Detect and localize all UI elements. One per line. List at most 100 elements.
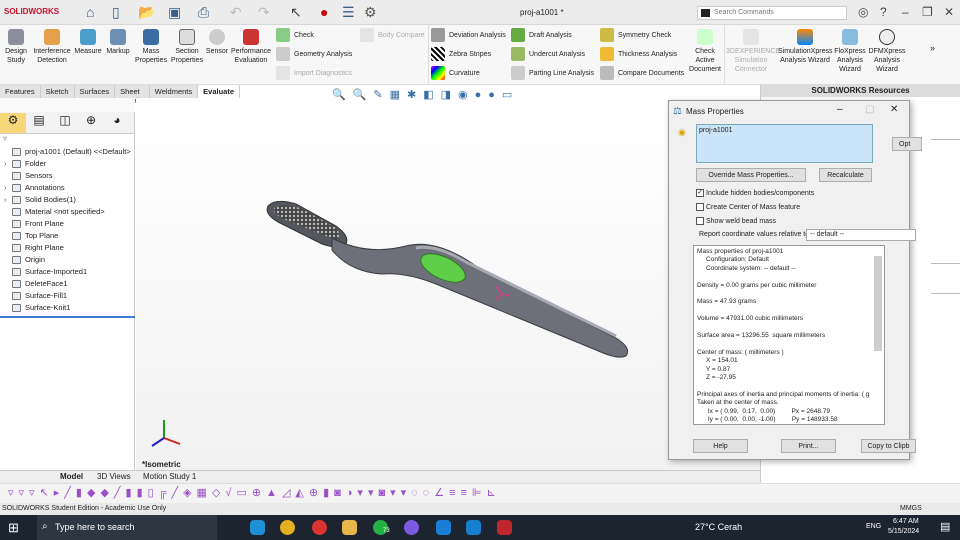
symmetry-check-button[interactable]: Symmetry Check [600,28,684,42]
override-mass-properties-button[interactable]: Override Mass Properties... [696,168,806,182]
tab-model[interactable]: Model [60,472,83,481]
close-icon[interactable]: ✕ [944,5,954,19]
tree-item[interactable]: Surface-Knit1 [0,302,134,314]
selection-filter-icons[interactable]: ▿▿▿↖▸╱▮◆◆╱▮▮▯╔╱◈▦◇√▭⊕▲◿◭⊕▮◙◑▾▾◙▾▾◌◌∠≡≡⊫⊾ [0,484,830,501]
thickness-analysis-button[interactable]: Thickness Analysis [600,47,684,61]
tab-weldments[interactable]: Weldments [150,85,199,98]
chrome-icon[interactable] [280,520,295,535]
tree-item[interactable]: proj-a1001 (Default) <<Default> [0,146,134,158]
tree-item[interactable]: Material <not specified> [0,206,134,218]
app-icon[interactable] [436,520,451,535]
curvature-button[interactable]: Curvature [431,66,506,80]
show-weld-bead-checkbox[interactable]: Show weld bead mass [696,217,776,225]
windows-start-icon[interactable]: ⊞ [8,520,19,536]
display-manager-tab-icon[interactable]: ◕ [104,113,130,133]
restore-icon[interactable]: ❐ [922,5,933,19]
options-gear-icon[interactable]: ⚙ [364,4,377,21]
file-explorer-icon[interactable] [342,520,357,535]
maximize-icon[interactable]: ▢ [865,104,874,115]
redo-icon[interactable]: ↷ [258,4,270,21]
graphics-viewport[interactable]: 🔍🔍✎▦✱◧◨◉●●▭ *Isometric [136,89,760,470]
feature-manager-tab-icon[interactable]: ⚙ [0,113,26,133]
section-properties-button[interactable]: Section Properties [170,29,204,65]
solidworks-taskbar-icon[interactable] [497,520,512,535]
tree-item[interactable]: Origin [0,254,134,266]
zebra-stripes-button[interactable]: Zebra Stripes [431,47,506,61]
3dexperience-connector-button[interactable]: 3DEXPERIENCE Simulation Connector [726,29,780,74]
tab-features[interactable]: Features [0,85,41,98]
print-icon[interactable]: ⎙ [198,4,209,21]
weather-text[interactable]: 27°C Cerah [695,522,742,532]
tree-item[interactable]: Front Plane [0,218,134,230]
open-icon[interactable]: 📂 [138,4,155,21]
geometry-analysis-button[interactable]: Geometry Analysis [276,47,352,61]
import-diagnostics-button[interactable]: Import Diagnostics [276,66,352,80]
performance-evaluation-button[interactable]: Performance Evaluation [231,29,271,65]
options-button[interactable]: Opt [892,137,922,151]
print-button[interactable]: Print... [781,439,836,453]
tree-item[interactable]: Surface-Imported1 [0,266,134,278]
sensor-button[interactable]: Sensor [205,29,229,56]
tab-surfaces[interactable]: Surfaces [75,85,116,98]
selection-list[interactable]: proj-a1001 [696,124,873,163]
design-study-button[interactable]: Design Study [3,29,29,65]
messenger-icon[interactable] [404,520,419,535]
tree-item[interactable]: › Solid Bodies(1) [0,194,134,206]
minimize-icon[interactable]: – [837,104,843,115]
parting-line-analysis-button[interactable]: Parting Line Analysis [511,66,594,80]
vertical-scrollbar[interactable] [874,256,882,351]
rebuild-traffic-light-icon[interactable]: ● [320,4,328,20]
tab-sketch[interactable]: Sketch [41,85,75,98]
app-icon[interactable] [466,520,481,535]
save-icon[interactable]: ▣ [168,4,181,21]
close-icon[interactable]: ✕ [890,104,898,115]
select-cursor-icon[interactable]: ↖ [290,4,302,21]
interference-detection-button[interactable]: Interference Detection [32,29,72,65]
simulationxpress-button[interactable]: SimulationXpress Analysis Wizard [778,29,832,65]
tree-item[interactable]: › Folder [0,158,134,170]
tree-item[interactable]: DeleteFace1 [0,278,134,290]
notification-icon[interactable]: ▤ [940,520,950,533]
rollback-bar[interactable] [0,316,135,318]
new-document-icon[interactable]: ▯ [112,4,120,21]
floxpress-button[interactable]: FloXpress Analysis Wizard [834,29,866,74]
toothbrush-model[interactable] [136,98,760,470]
unit-system[interactable]: MMGS [900,505,922,512]
minimize-icon[interactable]: – [902,5,909,19]
copy-to-clipboard-button[interactable]: Copy to Clipb [861,439,916,453]
tree-item[interactable]: Right Plane [0,242,134,254]
solidworks-logo[interactable]: SOLIDWORKS [4,7,59,16]
compare-documents-button[interactable]: Compare Documents [600,66,684,80]
help-icon[interactable]: ? [880,5,887,19]
chrome-profile-icon[interactable] [312,520,327,535]
tab-evaluate[interactable]: Evaluate [198,85,240,98]
configuration-manager-tab-icon[interactable]: ◫ [52,113,78,133]
mass-properties-output[interactable]: Mass properties of proj-a1001 Configurat… [693,245,885,425]
language-indicator[interactable]: ENG [866,523,881,530]
user-icon[interactable]: ◎ [858,5,868,19]
clock-date[interactable]: 5/15/2024 [888,528,919,535]
dfmxpress-button[interactable]: DFMXpress Analysis Wizard [868,29,906,74]
markup-button[interactable]: Markup [104,29,132,56]
coordinate-system-select[interactable]: -- default -- [806,229,916,241]
deviation-analysis-button[interactable]: Deviation Analysis [431,28,506,42]
check-button[interactable]: Check [276,28,352,42]
ribbon-overflow-icon[interactable]: » [930,43,935,53]
expand-arrow-icon[interactable]: › [4,194,7,206]
help-button[interactable]: Help [693,439,748,453]
draft-analysis-button[interactable]: Draft Analysis [511,28,594,42]
property-manager-tab-icon[interactable]: ▤ [26,113,52,133]
clock-time[interactable]: 6:47 AM [893,518,919,525]
undo-icon[interactable]: ↶ [230,4,242,21]
check-active-document-button[interactable]: Check Active Document [688,29,722,74]
home-icon[interactable]: ⌂ [86,4,94,20]
mass-properties-button[interactable]: Mass Properties [134,29,168,65]
expand-arrow-icon[interactable]: › [4,158,7,170]
filter-icon[interactable]: ▿ [0,134,134,146]
tab-sheet-metal[interactable]: Sheet Metal [115,85,150,105]
file-properties-icon[interactable]: ☰ [342,4,355,21]
recalculate-button[interactable]: Recalculate [819,168,872,182]
tree-item[interactable]: Surface-Fill1 [0,290,134,302]
taskbar-search-input[interactable]: Type here to search [37,515,217,540]
tree-item[interactable]: Sensors [0,170,134,182]
